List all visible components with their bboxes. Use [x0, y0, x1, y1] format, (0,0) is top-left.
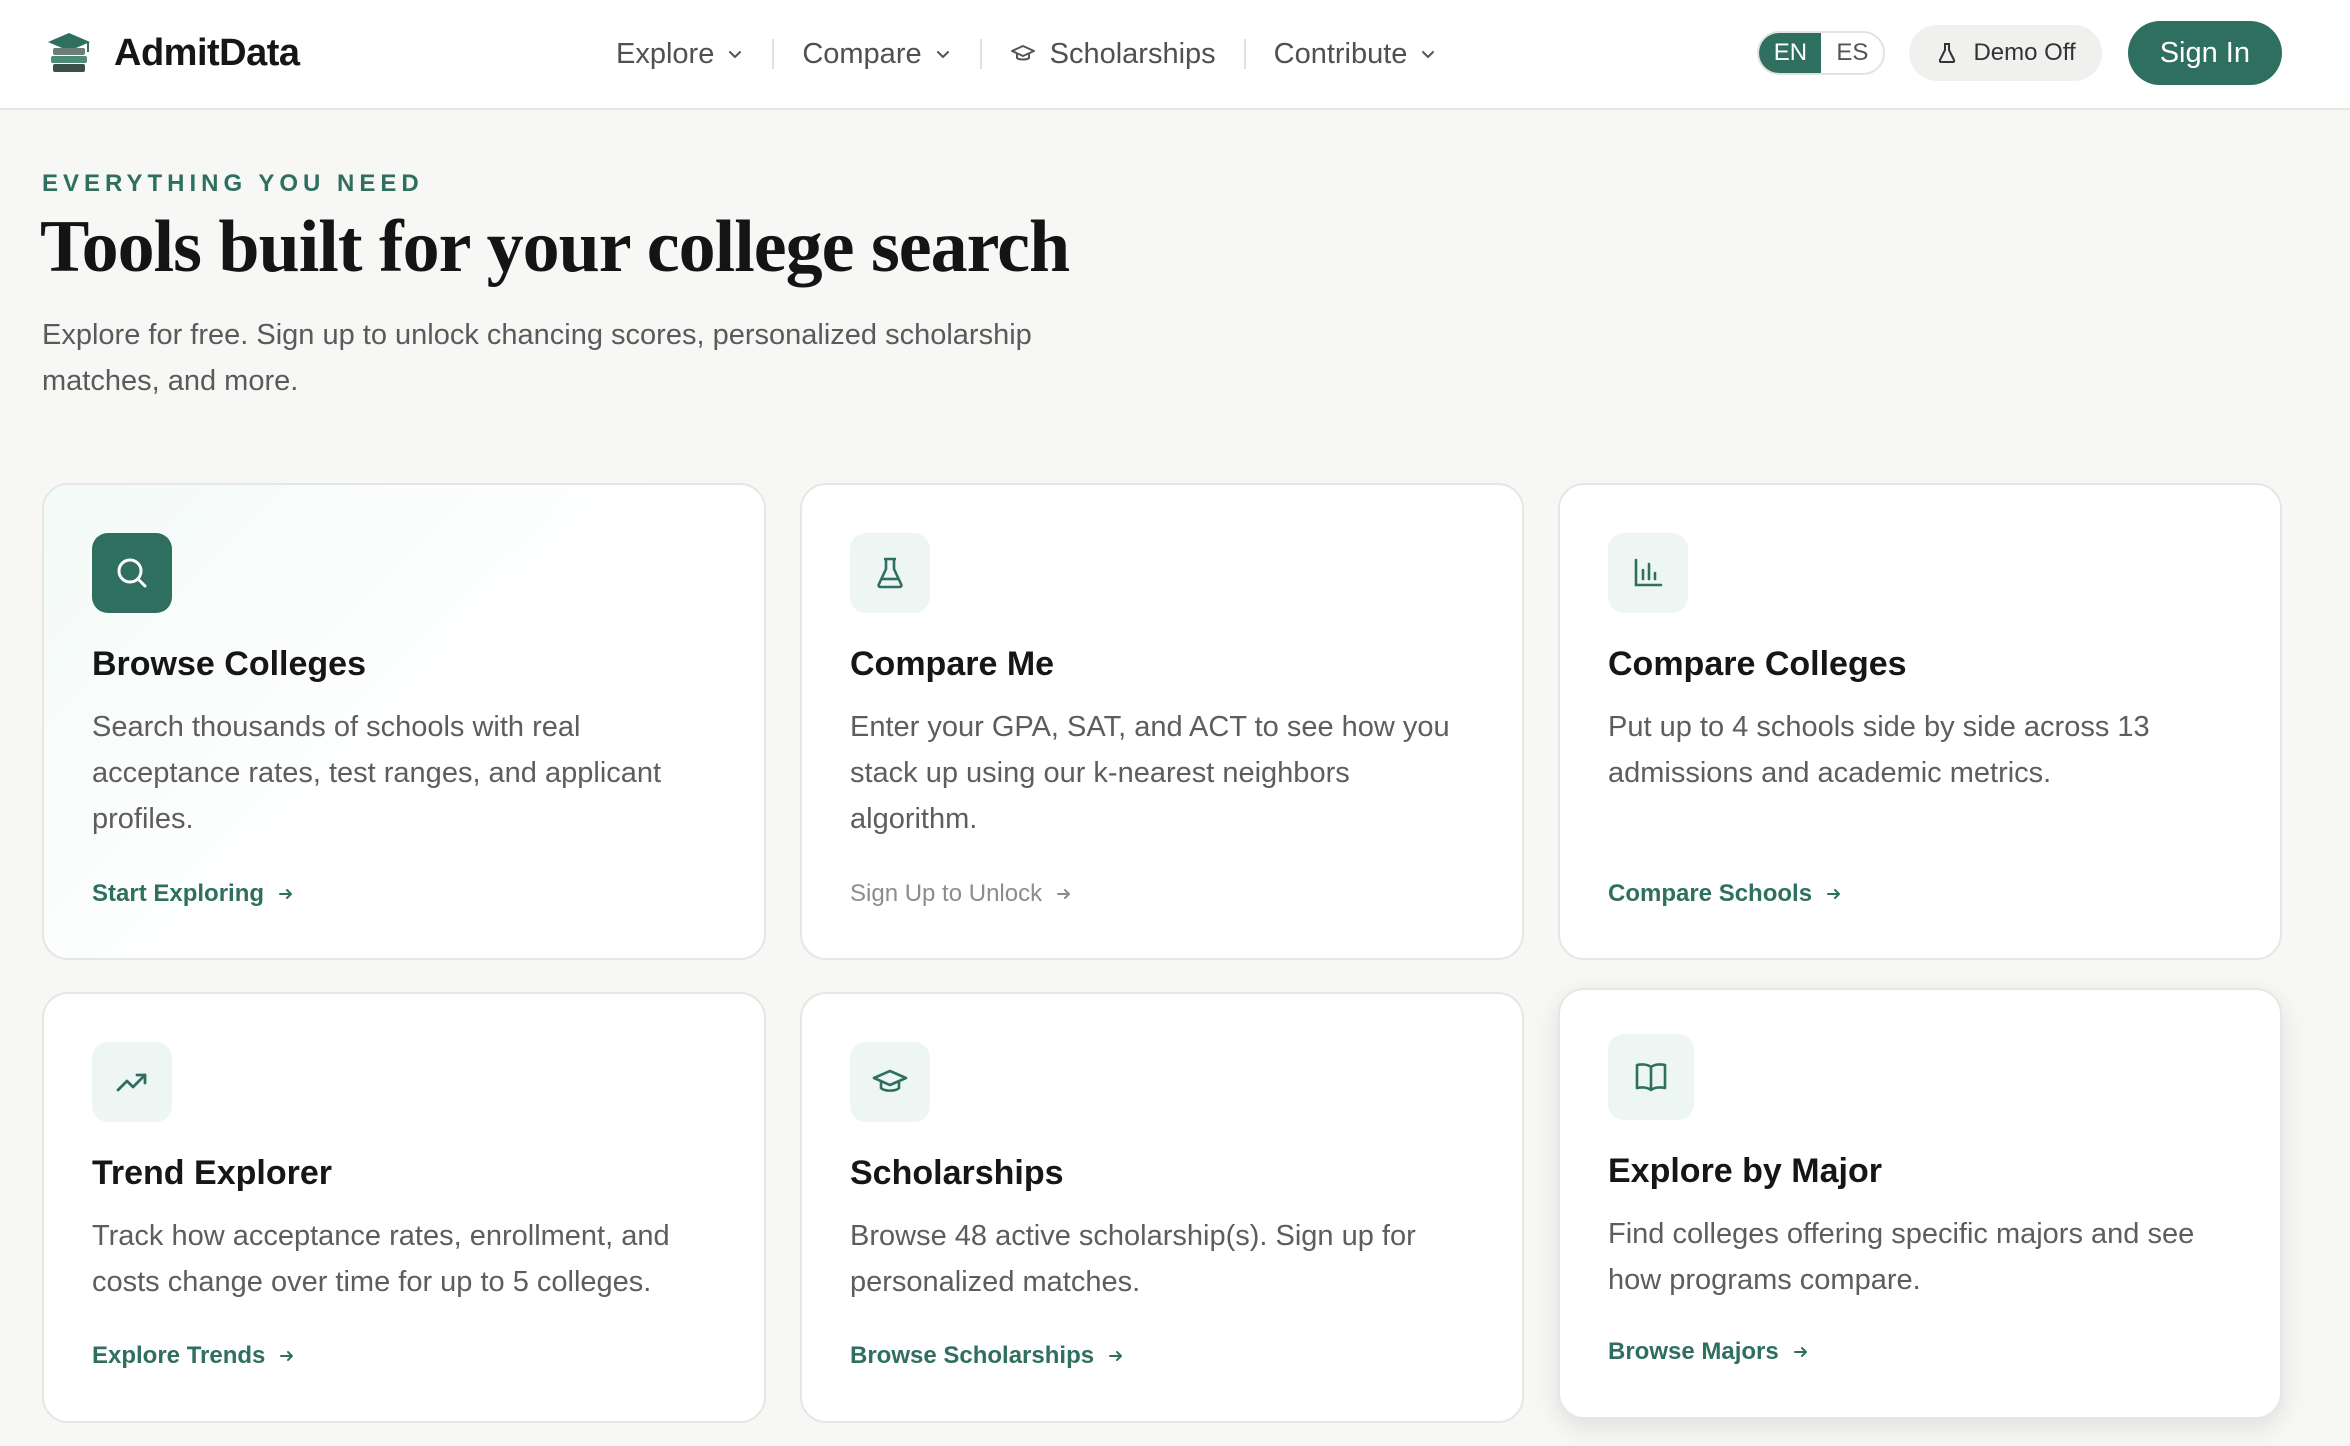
section-eyebrow: EVERYTHING YOU NEED: [42, 170, 424, 197]
card-title: Scholarships: [850, 1154, 1064, 1192]
nav-divider: [979, 39, 982, 69]
header-controls: EN ES Demo Off Sign In: [1757, 21, 2282, 85]
card-icon-box: [850, 1042, 930, 1122]
nav-explore-label: Explore: [616, 37, 715, 70]
page-subtitle: Explore for free. Sign up to unlock chan…: [42, 319, 1032, 397]
card-trend-explorer[interactable]: Trend Explorer Track how acceptance rate…: [42, 992, 766, 1423]
lang-en-button[interactable]: EN: [1759, 33, 1822, 73]
card-icon-box: [1608, 533, 1688, 613]
card-link-label: Sign Up to Unlock: [850, 880, 1043, 907]
card-compare-colleges[interactable]: Compare Colleges Put up to 4 schools sid…: [1558, 483, 2282, 960]
card-title: Trend Explorer: [92, 1154, 332, 1192]
chevron-down-icon: [729, 51, 742, 58]
top-navigation-bar: AdmitData Explore Compare Scholarships C…: [0, 0, 2350, 110]
card-link-label: Explore Trends: [92, 1342, 266, 1369]
brand-name: AdmitData: [114, 31, 300, 74]
card-icon-box: [92, 533, 172, 613]
language-toggle: EN ES: [1757, 31, 1886, 75]
book-open-icon: [1635, 1063, 1667, 1092]
trending-up-icon: [116, 1073, 147, 1092]
flask-icon: [1939, 43, 1956, 63]
explore-trends-link[interactable]: Explore Trends: [92, 1342, 297, 1370]
arrow-right-icon: [280, 1351, 294, 1361]
nav-scholarships[interactable]: Scholarships: [1006, 38, 1220, 71]
bar-chart-icon: [1634, 558, 1663, 587]
start-exploring-link[interactable]: Start Exploring: [92, 880, 296, 908]
card-icon-box: [1608, 1034, 1694, 1120]
arrow-right-icon: [279, 889, 293, 899]
graduation-cap-icon: [1010, 45, 1035, 61]
browse-majors-link[interactable]: Browse Majors: [1608, 1338, 1811, 1366]
nav-compare-label: Compare: [802, 37, 922, 70]
card-link-label: Browse Majors: [1608, 1338, 1779, 1365]
nav-divider: [1243, 39, 1246, 69]
card-title: Browse Colleges: [92, 645, 366, 683]
main-nav: Explore Compare Scholarships Contribute: [612, 28, 1441, 80]
card-title: Compare Colleges: [1608, 645, 1907, 683]
arrow-right-icon: [1057, 889, 1071, 899]
sign-in-button[interactable]: Sign In: [2127, 21, 2282, 85]
demo-label: Demo Off: [1973, 39, 2076, 66]
card-title: Explore by Major: [1608, 1152, 1882, 1190]
nav-explore[interactable]: Explore: [612, 38, 748, 71]
card-description: Enter your GPA, SAT, and ACT to see how …: [850, 711, 1450, 835]
lang-es-button[interactable]: ES: [1821, 33, 1884, 73]
card-title: Compare Me: [850, 645, 1055, 683]
card-browse-colleges[interactable]: Browse Colleges Search thousands of scho…: [42, 483, 766, 960]
card-link-label: Compare Schools: [1608, 880, 1813, 907]
card-compare-me[interactable]: Compare Me Enter your GPA, SAT, and ACT …: [800, 483, 1524, 960]
brand[interactable]: AdmitData: [44, 28, 300, 78]
browse-scholarships-link[interactable]: Browse Scholarships: [850, 1342, 1126, 1370]
nav-compare[interactable]: Compare: [798, 38, 955, 71]
card-explore-by-major[interactable]: Explore by Major Find colleges offering …: [1558, 988, 2282, 1419]
graduation-cap-icon: [872, 1069, 908, 1092]
card-description: Find colleges offering specific majors a…: [1608, 1218, 2195, 1296]
arrow-right-icon: [1827, 889, 1841, 899]
card-description: Browse 48 active scholarship(s). Sign up…: [850, 1220, 1416, 1298]
logo-icon: [48, 33, 90, 72]
chevron-down-icon: [936, 51, 949, 58]
search-icon: [117, 558, 147, 588]
chevron-down-icon: [1422, 51, 1435, 58]
card-link-label: Start Exploring: [92, 880, 265, 907]
card-icon-box: [850, 533, 930, 613]
nav-contribute[interactable]: Contribute: [1270, 38, 1442, 71]
arrow-right-icon: [1793, 1347, 1807, 1357]
card-scholarships[interactable]: Scholarships Browse 48 active scholarshi…: [800, 992, 1524, 1423]
sign-up-to-unlock-link[interactable]: Sign Up to Unlock: [850, 880, 1074, 908]
card-description: Track how acceptance rates, enrollment, …: [92, 1220, 670, 1298]
card-description: Search thousands of schools with real ac…: [92, 711, 662, 835]
nav-scholarships-label: Scholarships: [1049, 37, 1216, 70]
page-title: Tools built for your college search: [40, 206, 1070, 288]
card-icon-box: [92, 1042, 172, 1122]
arrow-right-icon: [1109, 1351, 1123, 1361]
card-link-label: Browse Scholarships: [850, 1342, 1095, 1369]
nav-divider: [772, 39, 775, 69]
compare-schools-link[interactable]: Compare Schools: [1608, 880, 1844, 908]
demo-toggle-button[interactable]: Demo Off: [1909, 25, 2102, 81]
card-description: Put up to 4 schools side by side across …: [1608, 711, 2150, 789]
nav-contribute-label: Contribute: [1273, 37, 1408, 70]
flask-icon: [877, 557, 903, 589]
